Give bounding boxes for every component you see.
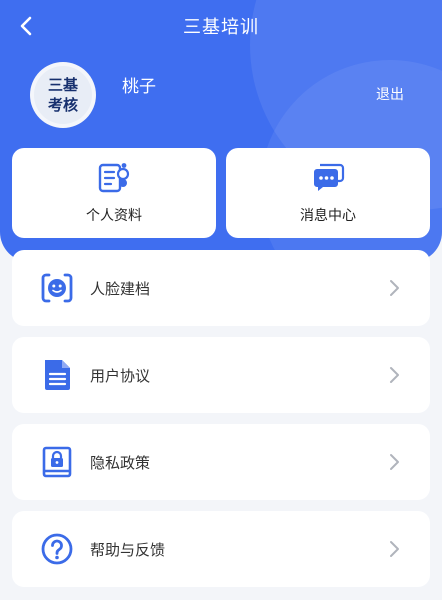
document-icon (45, 360, 70, 390)
profile-doc-icon (98, 163, 130, 193)
profile-section: 三基 考核 桃子 退出 (30, 62, 420, 132)
avatar-text-line2: 考核 (47, 96, 78, 114)
menu-item-user-agreement[interactable]: 用户协议 (12, 337, 430, 413)
message-icon (314, 163, 345, 191)
quick-action-profile[interactable]: 个人资料 (12, 148, 216, 238)
quick-action-label: 个人资料 (86, 208, 142, 224)
top-bar: 三基培训 (0, 0, 442, 52)
icon-wrap (40, 358, 74, 392)
page-title: 三基培训 (183, 17, 259, 38)
menu-item-privacy-policy[interactable]: 隐私政策 (12, 424, 430, 500)
quick-action-messages[interactable]: 消息中心 (226, 148, 430, 238)
icon-wrap (40, 445, 74, 479)
chevron-right-icon (390, 280, 399, 296)
chevron-left-icon (20, 16, 32, 36)
menu-item-label: 人脸建档 (90, 279, 151, 298)
icon-wrap (40, 271, 74, 305)
logout-button[interactable]: 退出 (360, 84, 420, 104)
back-button[interactable] (10, 10, 42, 42)
icon-wrap (40, 532, 74, 566)
username: 桃子 (122, 77, 156, 97)
chevron-right-icon (390, 454, 399, 470)
lock-book-icon (42, 446, 72, 478)
quick-action-label: 消息中心 (300, 208, 356, 224)
face-scan-icon (41, 273, 73, 303)
menu-item-help-feedback[interactable]: 帮助与反馈 (12, 511, 430, 587)
menu-item-label: 用户协议 (90, 366, 151, 385)
menu-item-label: 隐私政策 (90, 453, 151, 472)
menu-item-face-archive[interactable]: 人脸建档 (12, 250, 430, 326)
menu-item-label: 帮助与反馈 (90, 540, 166, 559)
chevron-right-icon (390, 541, 399, 557)
avatar-text-line1: 三基 (47, 76, 78, 94)
chevron-right-icon (390, 367, 399, 383)
avatar[interactable]: 三基 考核 (30, 62, 96, 128)
question-icon (41, 533, 73, 565)
